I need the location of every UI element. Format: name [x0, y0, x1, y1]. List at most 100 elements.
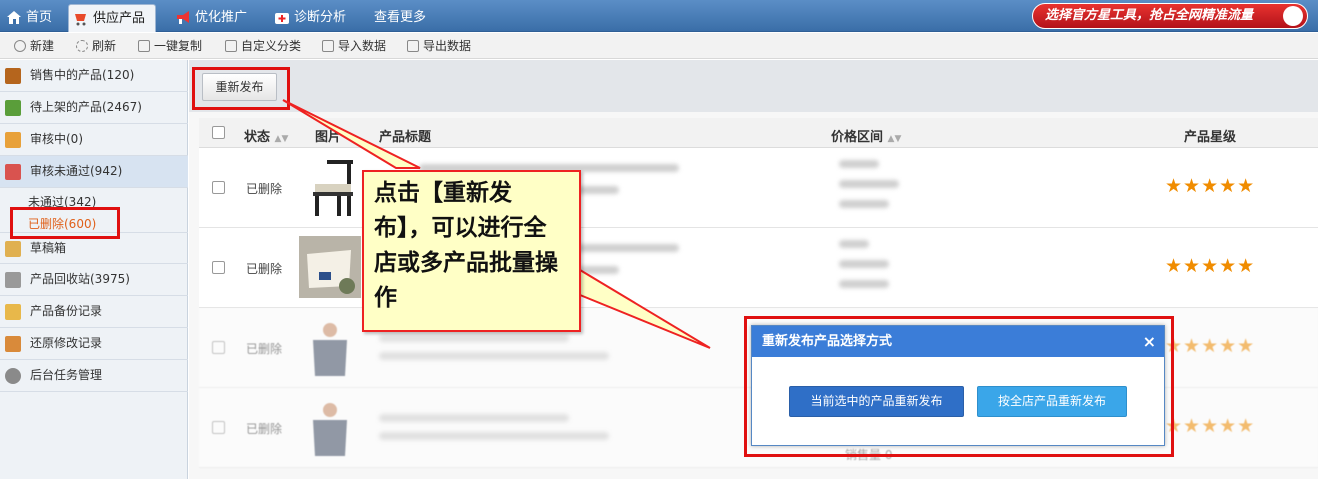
custom-category-label: 自定义分类 — [241, 39, 302, 53]
highlight-deleted — [10, 207, 120, 239]
tab-more-label: 查看更多 — [374, 10, 427, 25]
sidebar-item-label: 待上架的产品(2467) — [30, 100, 142, 114]
sort-icon: ▲▼ — [274, 134, 289, 144]
tab-home-label: 首页 — [26, 10, 53, 25]
store-icon — [5, 68, 21, 84]
tab-supply-label: 供应产品 — [93, 11, 146, 26]
sidebar-item-rejected[interactable]: 审核未通过(942) — [0, 156, 188, 188]
sidebar-item-recycle[interactable]: 产品回收站(3975) — [0, 264, 188, 296]
sidebar-item-tasks[interactable]: 后台任务管理 — [0, 360, 188, 392]
home-icon — [7, 11, 21, 24]
header-image: 图片 — [315, 130, 342, 145]
star-rating: ★★★★★ — [1165, 255, 1256, 277]
tab-more[interactable]: 查看更多 — [350, 4, 426, 32]
row-status: 已删除 — [246, 182, 283, 196]
row-status: 已删除 — [246, 262, 283, 276]
export-icon — [407, 40, 419, 52]
row-checkbox[interactable] — [212, 181, 225, 194]
import-icon — [322, 40, 334, 52]
dialog-title: 重新发布产品选择方式 — [762, 334, 893, 349]
product-thumbnail[interactable] — [299, 236, 361, 298]
sidebar-item-on-sale[interactable]: 销售中的产品(120) — [0, 60, 188, 92]
gear-icon — [5, 368, 21, 384]
plus-icon — [14, 40, 26, 52]
import-button[interactable]: 导入数据 — [322, 38, 386, 54]
star-rating: ★★★★★ — [1165, 335, 1256, 357]
new-button[interactable]: 新建 — [14, 38, 54, 54]
highlight-republish — [192, 67, 290, 110]
draft-icon — [5, 241, 21, 257]
republish-selected-button[interactable]: 当前选中的产品重新发布 — [789, 386, 964, 417]
header-stars: 产品星级 — [1184, 130, 1237, 145]
sidebar-item-reviewing[interactable]: 审核中(0) — [0, 124, 188, 156]
cart-icon — [75, 14, 86, 26]
product-thumbnail[interactable] — [299, 316, 361, 378]
megaphone-icon — [177, 11, 189, 24]
header-status[interactable]: 状态 ▲▼ — [244, 126, 288, 145]
product-thumbnail[interactable] — [299, 396, 361, 458]
table-header: 状态 ▲▼ 图片 产品标题 价格区间 ▲▼ 产品星级 — [199, 118, 1318, 148]
reject-icon — [5, 164, 21, 180]
republish-all-button[interactable]: 按全店产品重新发布 — [977, 386, 1127, 417]
custom-category-button[interactable]: 自定义分类 — [225, 38, 301, 54]
sidebar-item-label: 草稿箱 — [30, 241, 67, 255]
import-label: 导入数据 — [338, 39, 387, 53]
tab-diagnosis-label: 诊断分析 — [294, 10, 347, 25]
folder-icon — [5, 304, 21, 320]
top-nav: 首页 供应产品 优化推广 诊断分析 查看更多 选择官方星工具，抢占全网精准流量 — [0, 0, 1318, 32]
export-button[interactable]: 导出数据 — [407, 38, 471, 54]
row-checkbox[interactable] — [212, 341, 225, 354]
refresh-label: 刷新 — [92, 39, 117, 53]
sidebar-item-restore[interactable]: 还原修改记录 — [0, 328, 188, 360]
row-status: 已删除 — [246, 422, 283, 436]
new-label: 新建 — [30, 39, 55, 53]
refresh-icon — [76, 40, 88, 52]
header-title: 产品标题 — [379, 130, 432, 145]
header-status-label: 状态 — [244, 130, 271, 145]
header-price[interactable]: 价格区间 ▲▼ — [831, 126, 901, 145]
row-checkbox[interactable] — [212, 261, 225, 274]
sidebar-item-backup[interactable]: 产品备份记录 — [0, 296, 188, 328]
tab-diagnosis[interactable]: 诊断分析 — [270, 4, 346, 32]
promo-text: 选择官方星工具，抢占全网精准流量 — [1045, 8, 1254, 23]
pointing-hand-icon — [1283, 6, 1303, 26]
sidebar-item-label: 后台任务管理 — [30, 368, 103, 382]
select-all-checkbox[interactable] — [212, 126, 225, 139]
sidebar: 销售中的产品(120) 待上架的产品(2467) 审核中(0) 审核未通过(94… — [0, 60, 188, 479]
sidebar-item-label: 产品回收站(3975) — [30, 272, 130, 286]
sidebar-item-label: 审核中(0) — [30, 132, 83, 146]
star-rating: ★★★★★ — [1165, 175, 1256, 197]
tab-home[interactable]: 首页 — [2, 4, 52, 32]
sidebar-item-label: 产品备份记录 — [30, 304, 103, 318]
row-status: 已删除 — [246, 342, 283, 356]
republish-dialog: 重新发布产品选择方式 × 当前选中的产品重新发布 按全店产品重新发布 — [751, 325, 1165, 446]
sidebar-item-label: 销售中的产品(120) — [30, 68, 135, 82]
copy-button[interactable]: 一键复制 — [138, 38, 202, 54]
copy-icon — [138, 40, 150, 52]
house-icon — [5, 100, 21, 116]
medkit-icon — [275, 13, 289, 24]
sidebar-item-pending[interactable]: 待上架的产品(2467) — [0, 92, 188, 124]
refresh-button[interactable]: 刷新 — [76, 38, 116, 54]
promo-banner[interactable]: 选择官方星工具，抢占全网精准流量 — [1032, 3, 1308, 29]
audit-icon — [5, 132, 21, 148]
close-icon[interactable]: × — [1143, 326, 1156, 357]
star-rating: ★★★★★ — [1165, 415, 1256, 437]
sort-icon: ▲▼ — [887, 134, 902, 144]
row-checkbox[interactable] — [212, 421, 225, 434]
trash-icon — [5, 272, 21, 288]
toolbar: 新建 刷新 一键复制 自定义分类 导入数据 导出数据 — [0, 33, 1318, 59]
restore-icon — [5, 336, 21, 352]
tutorial-callout: 点击【重新发布】，可以进行全店或多产品批量操作 — [362, 170, 581, 332]
product-thumbnail[interactable] — [299, 156, 361, 218]
copy-label: 一键复制 — [154, 39, 203, 53]
dialog-header: 重新发布产品选择方式 × — [752, 326, 1164, 357]
list-icon — [225, 40, 237, 52]
tab-promotion-label: 优化推广 — [195, 10, 248, 25]
tab-promotion[interactable]: 优化推广 — [171, 4, 247, 32]
tab-supply-products[interactable]: 供应产品 — [68, 4, 157, 32]
sidebar-item-label: 审核未通过(942) — [30, 164, 123, 178]
action-bar: 重新发布 — [189, 60, 1318, 112]
header-price-label: 价格区间 — [831, 130, 884, 145]
export-label: 导出数据 — [423, 39, 472, 53]
